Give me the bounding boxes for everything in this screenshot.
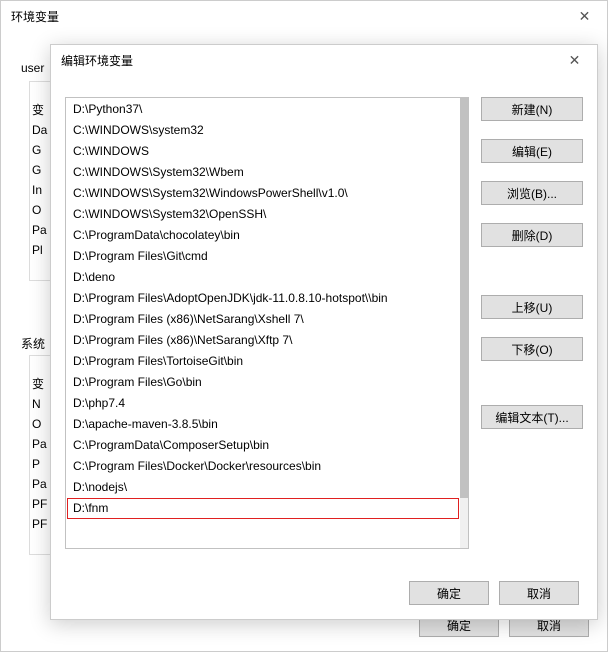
outer-title: 环境变量	[11, 8, 59, 25]
path-listbox[interactable]: D:\Python37\C:\WINDOWS\system32C:\WINDOW…	[65, 97, 469, 549]
scrollbar-thumb[interactable]	[460, 98, 468, 498]
col-var: 变	[32, 374, 44, 394]
movedown-button[interactable]: 下移(O)	[481, 337, 583, 361]
path-item[interactable]: D:\php7.4	[67, 393, 459, 414]
path-item[interactable]: D:\fnm	[67, 498, 459, 519]
col: N	[32, 394, 41, 414]
col: PF	[32, 514, 47, 534]
sys-section-label: 系统	[19, 335, 47, 352]
outer-titlebar: 环境变量 ✕	[1, 1, 607, 31]
close-icon[interactable]: ✕	[562, 1, 607, 31]
path-item[interactable]: D:\Program Files\Git\cmd	[67, 246, 459, 267]
path-item[interactable]: D:\Program Files (x86)\NetSarang\Xftp 7\	[67, 330, 459, 351]
col: G	[32, 160, 41, 180]
col: G	[32, 140, 41, 160]
path-item[interactable]: D:\Program Files\Go\bin	[67, 372, 459, 393]
close-icon[interactable]: ✕	[552, 45, 597, 75]
col: Da	[32, 120, 47, 140]
user-section-label: user	[19, 61, 46, 75]
col: O	[32, 414, 41, 434]
col-var: 变	[32, 100, 44, 120]
path-item[interactable]: D:\Program Files\TortoiseGit\bin	[67, 351, 459, 372]
path-item[interactable]: C:\WINDOWS	[67, 141, 459, 162]
path-item[interactable]: C:\Program Files\Docker\Docker\resources…	[67, 456, 459, 477]
col: Pl	[32, 240, 43, 260]
col: PF	[32, 494, 47, 514]
path-item[interactable]: C:\WINDOWS\system32	[67, 120, 459, 141]
path-item[interactable]: C:\WINDOWS\System32\Wbem	[67, 162, 459, 183]
path-item[interactable]: D:\nodejs\	[67, 477, 459, 498]
col: Pa	[32, 434, 47, 454]
path-item[interactable]: C:\WINDOWS\System32\OpenSSH\	[67, 204, 459, 225]
new-button[interactable]: 新建(N)	[481, 97, 583, 121]
path-item[interactable]: C:\ProgramData\chocolatey\bin	[67, 225, 459, 246]
col: Pa	[32, 220, 47, 240]
moveup-button[interactable]: 上移(U)	[481, 295, 583, 319]
browse-button[interactable]: 浏览(B)...	[481, 181, 583, 205]
inner-cancel-button[interactable]: 取消	[499, 581, 579, 605]
inner-title: 编辑环境变量	[61, 52, 133, 69]
col: P	[32, 454, 40, 474]
scrollbar[interactable]	[460, 98, 468, 548]
col: In	[32, 180, 42, 200]
col: O	[32, 200, 41, 220]
path-item[interactable]: D:\Program Files (x86)\NetSarang\Xshell …	[67, 309, 459, 330]
path-item[interactable]: D:\apache-maven-3.8.5\bin	[67, 414, 459, 435]
path-item[interactable]: D:\Python37\	[67, 99, 459, 120]
edit-env-window: 编辑环境变量 ✕ D:\Python37\C:\WINDOWS\system32…	[50, 44, 598, 620]
delete-button[interactable]: 删除(D)	[481, 223, 583, 247]
edittext-button[interactable]: 编辑文本(T)...	[481, 405, 583, 429]
path-item[interactable]: C:\WINDOWS\System32\WindowsPowerShell\v1…	[67, 183, 459, 204]
edit-button[interactable]: 编辑(E)	[481, 139, 583, 163]
inner-titlebar: 编辑环境变量 ✕	[51, 45, 597, 75]
path-item[interactable]: D:\deno	[67, 267, 459, 288]
path-item[interactable]: C:\ProgramData\ComposerSetup\bin	[67, 435, 459, 456]
inner-ok-button[interactable]: 确定	[409, 581, 489, 605]
col: Pa	[32, 474, 47, 494]
path-item[interactable]: D:\Program Files\AdoptOpenJDK\jdk-11.0.8…	[67, 288, 459, 309]
path-list-inner: D:\Python37\C:\WINDOWS\system32C:\WINDOW…	[67, 99, 459, 547]
